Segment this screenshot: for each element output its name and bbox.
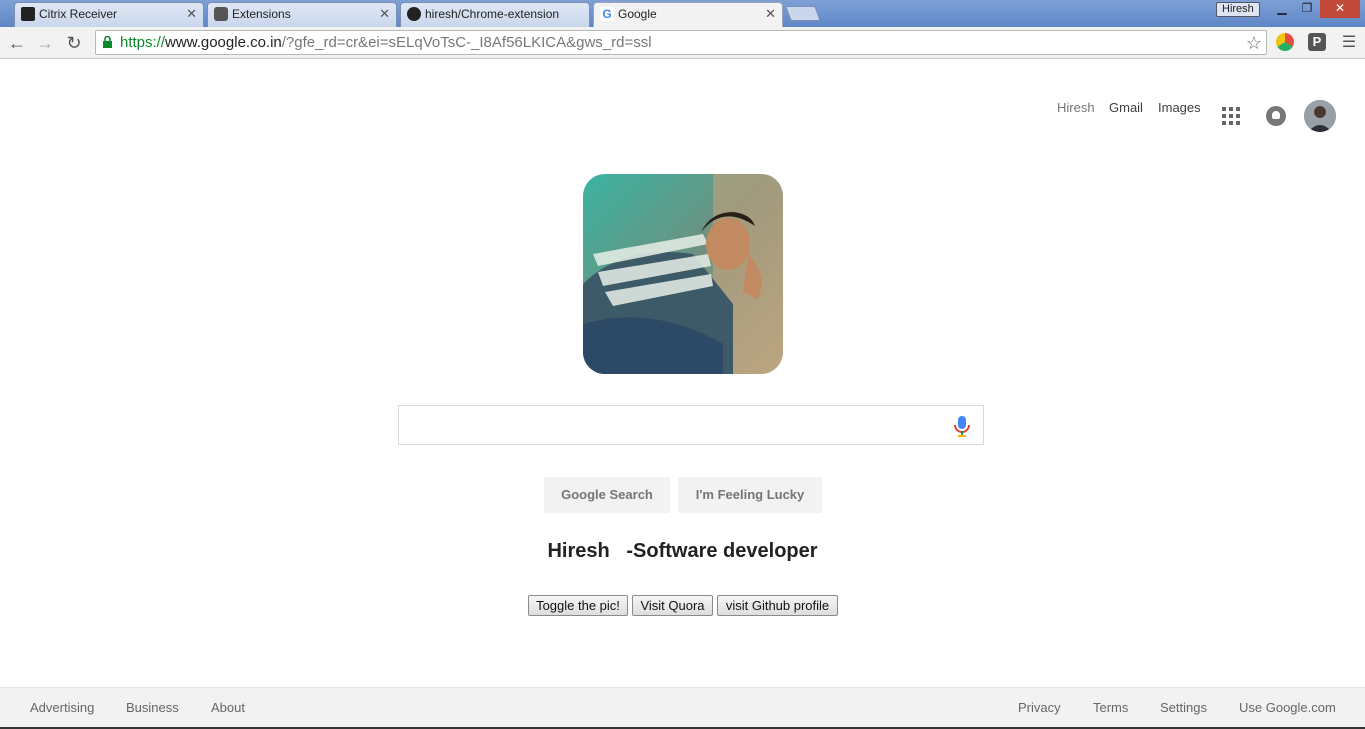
tab-github[interactable]: hiresh/Chrome-extension: [400, 2, 590, 27]
google-search-button[interactable]: Google Search: [544, 477, 670, 513]
restore-button[interactable]: ❐: [1294, 0, 1320, 18]
footer-link-business[interactable]: Business: [126, 700, 179, 715]
toggle-pic-button[interactable]: Toggle the pic!: [528, 595, 628, 616]
back-arrow-icon[interactable]: ←: [6, 32, 28, 54]
footer-link-privacy[interactable]: Privacy: [1018, 700, 1061, 715]
microphone-icon[interactable]: [953, 415, 971, 437]
url-path: /?gfe_rd=cr&ei=sELqVoTsC-_I8Af56LKICA&gw…: [281, 34, 652, 51]
puzzle-icon: [214, 7, 228, 21]
close-window-button[interactable]: ✕: [1320, 0, 1360, 18]
images-link[interactable]: Images: [1158, 100, 1201, 115]
tab-google[interactable]: G Google ✕: [593, 2, 783, 28]
footer-link-advertising[interactable]: Advertising: [30, 700, 94, 715]
minimize-button[interactable]: ▁: [1270, 0, 1294, 18]
tab-label: Citrix Receiver: [39, 7, 118, 21]
footer-link-settings[interactable]: Settings: [1160, 700, 1207, 715]
bookmark-star-icon[interactable]: ☆: [1246, 32, 1262, 54]
github-icon: [407, 7, 421, 21]
account-avatar[interactable]: [1304, 100, 1336, 132]
tab-extensions[interactable]: Extensions ✕: [207, 2, 397, 27]
tab-label: hiresh/Chrome-extension: [425, 7, 560, 21]
feeling-lucky-button[interactable]: I'm Feeling Lucky: [678, 477, 822, 513]
tab-citrix-receiver[interactable]: Citrix Receiver ✕: [14, 2, 204, 27]
close-tab-icon[interactable]: ✕: [379, 3, 390, 25]
reload-icon[interactable]: ↻: [63, 32, 85, 54]
citrix-icon: [21, 7, 35, 21]
url-host: www.google.co.in: [165, 34, 282, 51]
tab-strip: Citrix Receiver ✕ Extensions ✕ hiresh/Ch…: [0, 0, 1365, 28]
tab-label: Extensions: [232, 7, 291, 21]
chrome-store-extension-icon[interactable]: [1276, 33, 1294, 51]
footer: Advertising Business About Privacy Terms…: [0, 687, 1365, 729]
user-name[interactable]: Hiresh: [1057, 100, 1095, 115]
tagline-heading: Hiresh -Software developer: [547, 540, 818, 562]
new-tab-button[interactable]: [785, 6, 821, 21]
forward-arrow-icon[interactable]: →: [34, 32, 56, 54]
footer-link-terms[interactable]: Terms: [1093, 700, 1128, 715]
close-tab-icon[interactable]: ✕: [765, 3, 776, 25]
menu-icon[interactable]: ☰: [1338, 32, 1360, 54]
p-extension-icon[interactable]: P: [1308, 33, 1326, 51]
notifications-bell-icon[interactable]: [1266, 106, 1286, 126]
chrome-profile-button[interactable]: Hiresh: [1216, 2, 1260, 17]
close-tab-icon[interactable]: ✕: [186, 3, 197, 25]
footer-link-about[interactable]: About: [211, 700, 245, 715]
profile-picture: [583, 174, 783, 374]
profile-photo-image: [583, 174, 783, 374]
avatar-person-icon: [1304, 100, 1336, 132]
address-bar[interactable]: https://www.google.co.in/?gfe_rd=cr&ei=s…: [95, 30, 1267, 55]
tab-label: Google: [618, 7, 657, 21]
footer-link-use-google-com[interactable]: Use Google.com: [1239, 700, 1336, 715]
lock-icon: [103, 36, 112, 48]
browser-toolbar: ← → ↻ https://www.google.co.in/?gfe_rd=c…: [0, 27, 1365, 59]
visit-github-button[interactable]: visit Github profile: [717, 595, 838, 616]
visit-quora-button[interactable]: Visit Quora: [632, 595, 713, 616]
gmail-link[interactable]: Gmail: [1109, 100, 1143, 115]
search-input[interactable]: [398, 405, 984, 445]
apps-grid-icon[interactable]: [1222, 107, 1240, 125]
url-scheme: https://: [120, 34, 166, 51]
google-g-icon: G: [600, 7, 614, 21]
